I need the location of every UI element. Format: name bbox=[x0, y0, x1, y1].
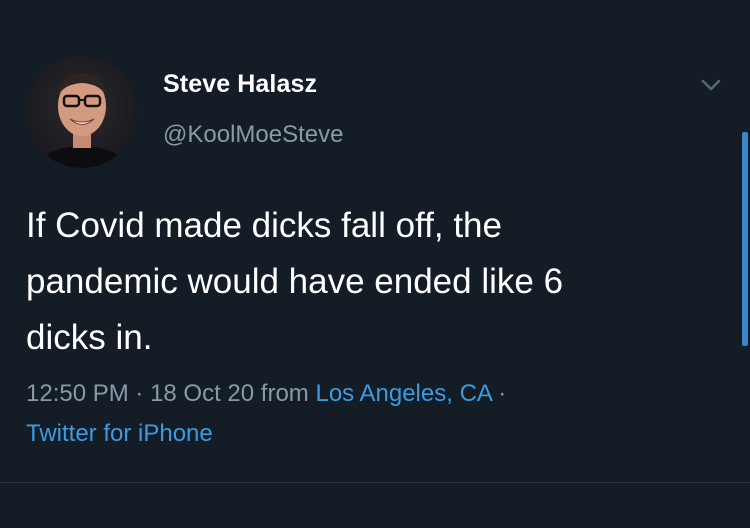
tweet-card: Steve Halasz @KoolMoeSteve If Covid made… bbox=[0, 0, 750, 528]
source-link[interactable]: Twitter for iPhone bbox=[26, 420, 213, 447]
meta-separator: · bbox=[128, 380, 151, 407]
tweet-date[interactable]: 18 Oct 20 bbox=[150, 380, 254, 407]
tweet-text-line: dicks in. bbox=[26, 318, 153, 357]
chevron-down-icon[interactable] bbox=[698, 72, 724, 98]
tweet-meta: 12:50 PM · 18 Oct 20 from Los Angeles, C… bbox=[26, 374, 726, 454]
meta-separator: · bbox=[491, 380, 507, 407]
location-link[interactable]: Los Angeles, CA bbox=[315, 380, 491, 407]
avatar[interactable] bbox=[26, 56, 138, 168]
tweet-time[interactable]: 12:50 PM bbox=[26, 380, 129, 407]
tweet-text: If Covid made dicks fall off, the pandem… bbox=[26, 198, 726, 366]
author-handle[interactable]: @KoolMoeSteve bbox=[163, 121, 343, 149]
from-label: from bbox=[254, 380, 316, 407]
divider bbox=[0, 482, 750, 483]
author-display-name[interactable]: Steve Halasz bbox=[163, 70, 317, 99]
tweet-text-line: pandemic would have ended like 6 bbox=[26, 262, 564, 301]
tweet-text-line: If Covid made dicks fall off, the bbox=[26, 206, 502, 245]
avatar-photo bbox=[38, 73, 126, 168]
scrollbar[interactable] bbox=[742, 132, 748, 346]
